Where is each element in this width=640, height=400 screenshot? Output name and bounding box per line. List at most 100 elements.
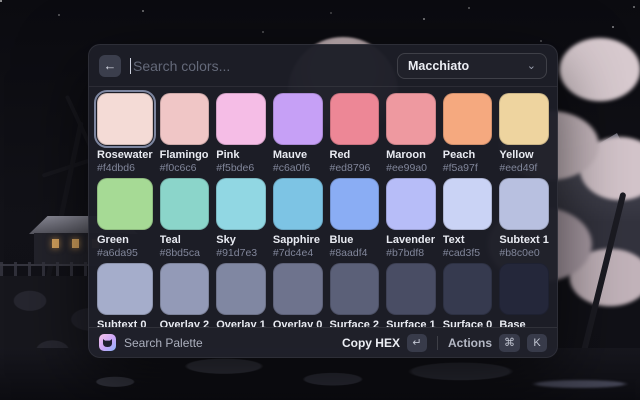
color-cell[interactable]: Pink #f5bde6 <box>216 93 266 175</box>
color-name: Rosewater <box>97 149 153 162</box>
color-hex: #f5a97f <box>443 162 493 175</box>
chevron-down-icon: ⌄ <box>527 59 536 72</box>
color-swatch[interactable] <box>273 178 323 230</box>
color-swatch[interactable] <box>97 263 153 315</box>
color-swatch[interactable] <box>386 178 436 230</box>
color-cell[interactable]: Sapphire #7dc4e4 <box>273 178 323 260</box>
color-swatch[interactable] <box>443 263 493 315</box>
color-name: Text <box>443 234 493 247</box>
text-caret <box>130 58 131 74</box>
color-hex: #ee99a0 <box>386 162 436 175</box>
flavor-dropdown[interactable]: Macchiato ⌄ <box>397 53 547 79</box>
color-cell[interactable]: Mauve #c6a0f6 <box>273 93 323 175</box>
color-hex: #c6a0f6 <box>273 162 323 175</box>
color-name: Teal <box>160 234 210 247</box>
color-cell[interactable]: Rosewater #f4dbd6 <box>97 93 153 175</box>
color-name: Red <box>330 149 380 162</box>
color-swatch[interactable] <box>386 263 436 315</box>
color-cell[interactable]: Maroon #ee99a0 <box>386 93 436 175</box>
color-swatch[interactable] <box>330 263 380 315</box>
color-hex: #8bd5ca <box>160 247 210 260</box>
color-hex: #cad3f5 <box>443 247 493 260</box>
color-name: Subtext 1 <box>499 234 549 247</box>
color-name: Pink <box>216 149 266 162</box>
color-swatch[interactable] <box>273 93 323 145</box>
lit-window <box>52 239 59 248</box>
color-name: Surface 2 <box>330 319 380 327</box>
lit-window <box>72 239 79 248</box>
color-name: Green <box>97 234 153 247</box>
color-name: Mauve <box>273 149 323 162</box>
flavor-dropdown-value: Macchiato <box>408 59 469 73</box>
color-swatch[interactable] <box>386 93 436 145</box>
command-key-badge: ⌘ <box>499 334 520 352</box>
color-hex: #eed49f <box>499 162 549 175</box>
color-swatch[interactable] <box>216 178 266 230</box>
color-hex: #a6da95 <box>97 247 153 260</box>
color-swatch[interactable] <box>499 263 549 315</box>
color-swatch[interactable] <box>330 178 380 230</box>
color-name: Surface 0 <box>443 319 493 327</box>
color-palette-dialog: ← Macchiato ⌄ Rosewater #f4dbd6 Flamingo… <box>88 44 558 358</box>
color-cell[interactable]: Flamingo #f0c6c6 <box>160 93 210 175</box>
footer-divider <box>437 336 438 350</box>
color-cell[interactable]: Overlay 0 <box>273 263 323 327</box>
color-cell[interactable]: Sky #91d7e3 <box>216 178 266 260</box>
app-label: Search Palette <box>124 336 203 350</box>
color-hex: #91d7e3 <box>216 247 266 260</box>
color-grid-viewport: Rosewater #f4dbd6 Flamingo #f0c6c6 Pink … <box>89 87 557 327</box>
color-name: Maroon <box>386 149 436 162</box>
color-name: Blue <box>330 234 380 247</box>
color-swatch[interactable] <box>216 93 266 145</box>
color-swatch[interactable] <box>160 263 210 315</box>
color-cell[interactable]: Surface 2 <box>330 263 380 327</box>
color-cell[interactable]: Subtext 0 <box>97 263 153 327</box>
actions-button[interactable]: Actions <box>448 336 492 350</box>
color-cell[interactable]: Overlay 2 <box>160 263 210 327</box>
color-swatch[interactable] <box>499 93 549 145</box>
copy-hex-button[interactable]: Copy HEX <box>342 336 400 350</box>
color-swatch[interactable] <box>499 178 549 230</box>
color-swatch[interactable] <box>160 178 210 230</box>
color-name: Base <box>499 319 549 327</box>
color-cell[interactable]: Yellow #eed49f <box>499 93 549 175</box>
color-cell[interactable]: Overlay 1 <box>216 263 266 327</box>
color-name: Overlay 2 <box>160 319 210 327</box>
color-hex: #f4dbd6 <box>97 162 153 175</box>
color-swatch[interactable] <box>443 93 493 145</box>
stars <box>0 0 2 2</box>
color-cell[interactable]: Subtext 1 #b8c0e0 <box>499 178 549 260</box>
color-name: Overlay 1 <box>216 319 266 327</box>
water-glint <box>490 378 640 390</box>
color-hex: #8aadf4 <box>330 247 380 260</box>
color-swatch[interactable] <box>97 178 153 230</box>
search-input[interactable] <box>133 58 397 74</box>
back-button[interactable]: ← <box>99 55 121 77</box>
color-swatch[interactable] <box>330 93 380 145</box>
color-cell[interactable]: Base <box>499 263 549 327</box>
color-name: Sapphire <box>273 234 323 247</box>
color-cell[interactable]: Green #a6da95 <box>97 178 153 260</box>
color-swatch[interactable] <box>97 93 153 145</box>
color-swatch[interactable] <box>443 178 493 230</box>
color-cell[interactable]: Peach #f5a97f <box>443 93 493 175</box>
color-swatch[interactable] <box>160 93 210 145</box>
color-cell[interactable]: Lavender #b7bdf8 <box>386 178 436 260</box>
color-name: Lavender <box>386 234 436 247</box>
catppuccin-app-icon <box>99 334 116 351</box>
color-name: Surface 1 <box>386 319 436 327</box>
color-hex: #7dc4e4 <box>273 247 323 260</box>
color-hex: #ed8796 <box>330 162 380 175</box>
color-hex: #b7bdf8 <box>386 247 436 260</box>
color-cell[interactable]: Teal #8bd5ca <box>160 178 210 260</box>
color-swatch[interactable] <box>216 263 266 315</box>
enter-key-badge: ↵ <box>407 334 427 352</box>
color-swatch[interactable] <box>273 263 323 315</box>
color-name: Peach <box>443 149 493 162</box>
color-cell[interactable]: Surface 1 <box>386 263 436 327</box>
color-cell[interactable]: Blue #8aadf4 <box>330 178 380 260</box>
color-cell[interactable]: Surface 0 <box>443 263 493 327</box>
color-cell[interactable]: Text #cad3f5 <box>443 178 493 260</box>
dialog-header: ← Macchiato ⌄ <box>89 45 557 87</box>
color-cell[interactable]: Red #ed8796 <box>330 93 380 175</box>
